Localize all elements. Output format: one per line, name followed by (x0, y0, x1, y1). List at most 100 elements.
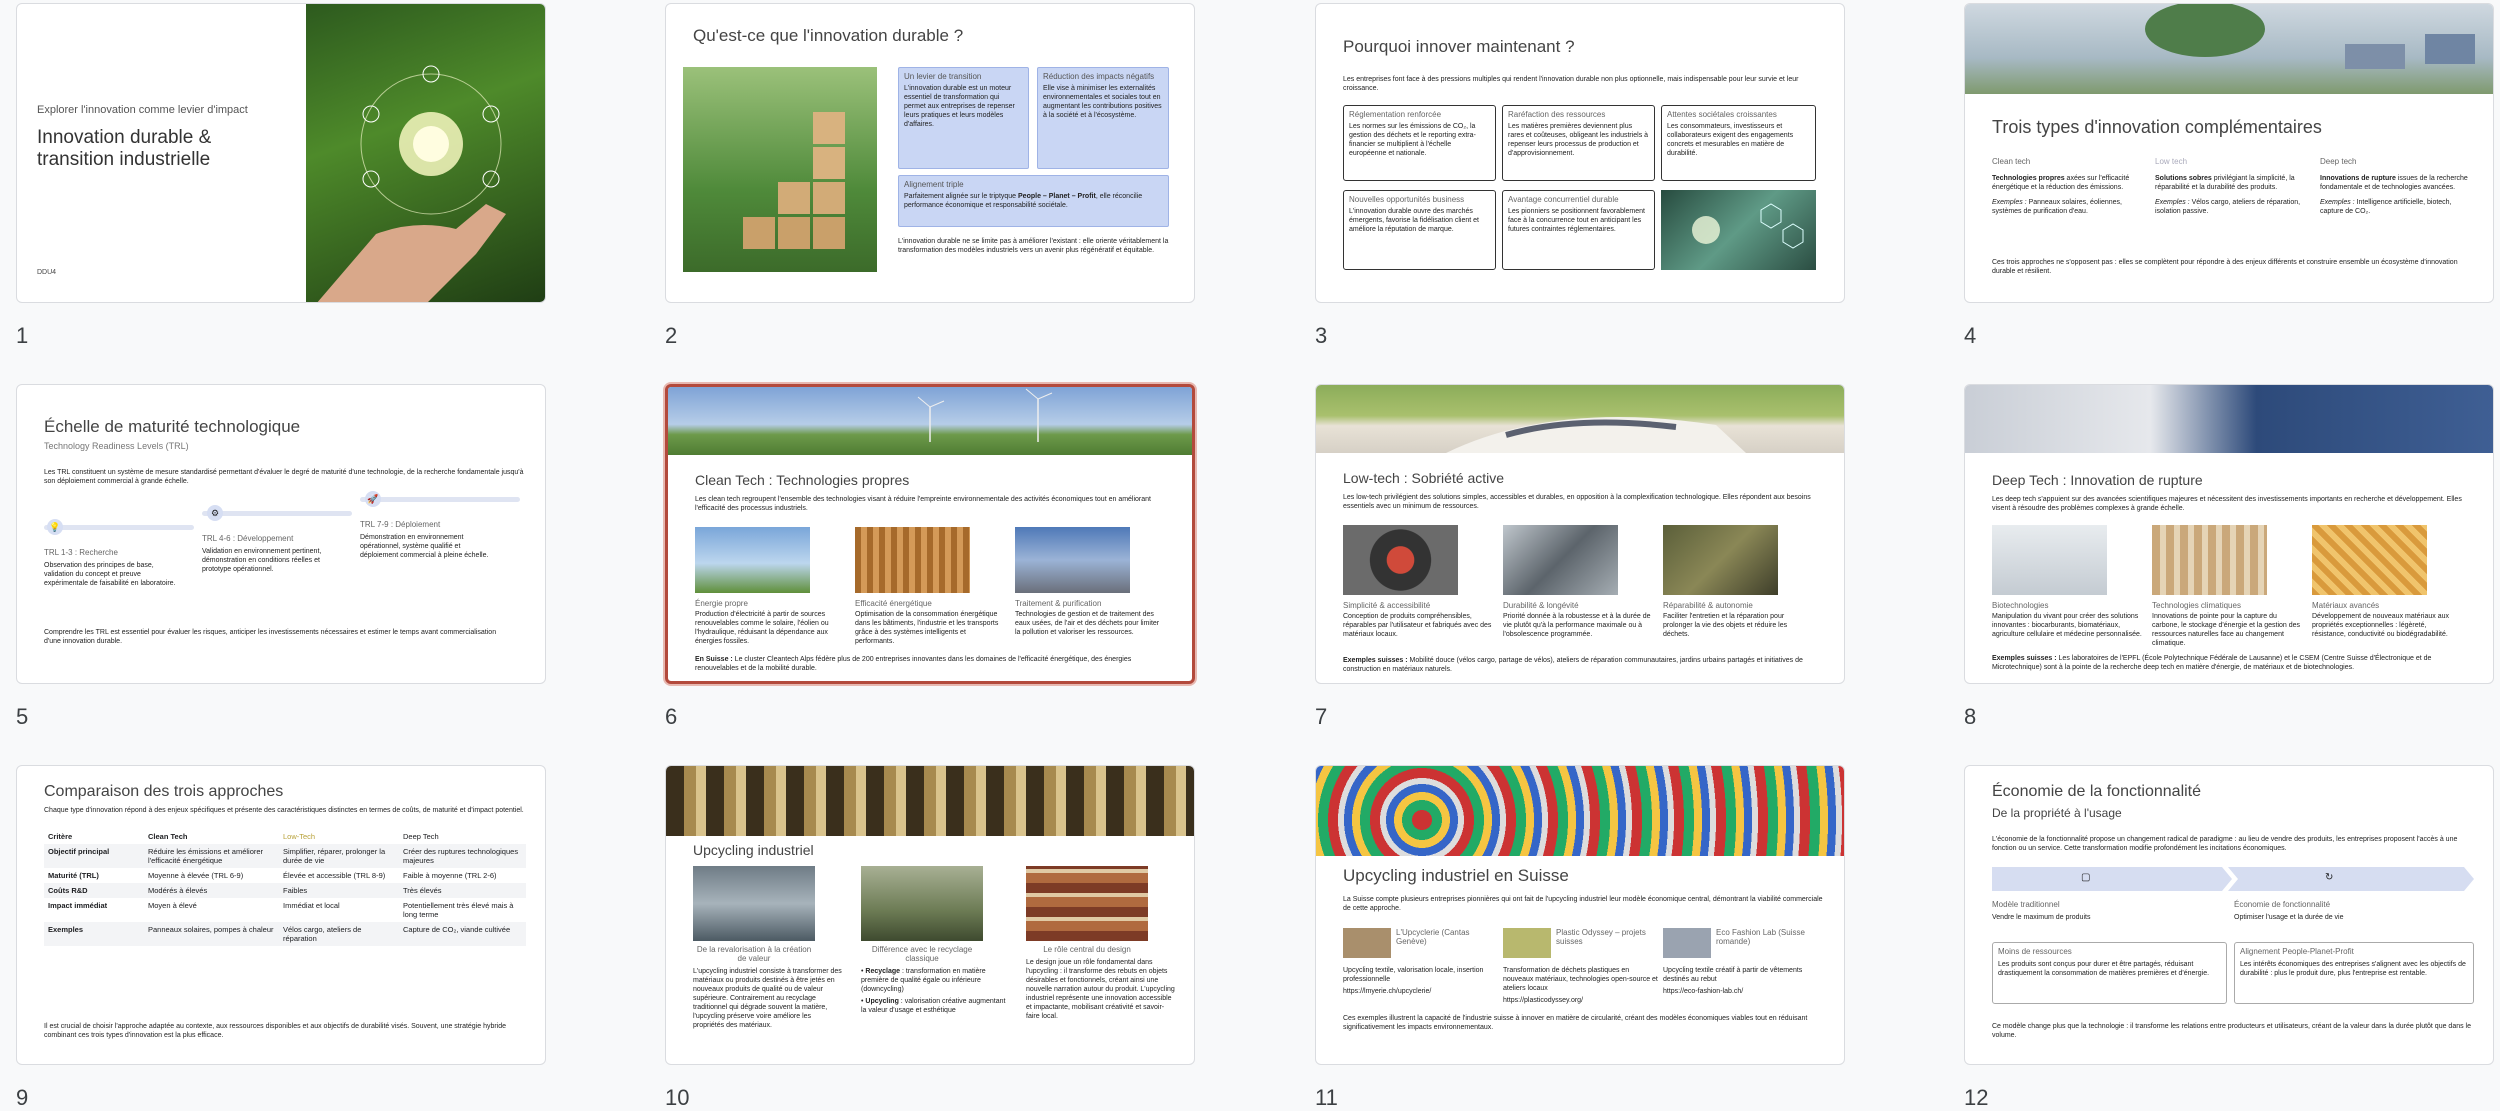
table-row: Objectif principal Réduire les émissions … (44, 844, 526, 868)
slide-body: Ce modèle change plus que la technologie… (1992, 1023, 2472, 1039)
slide-footnote: En Suisse : Le cluster Cleantech Alps fé… (695, 656, 1132, 672)
slide-thumbnail-4[interactable]: Trois types d'innovation complémentaires… (1964, 3, 2494, 303)
slide-title: Comparaison des trois approches (44, 783, 284, 800)
info-box-transition: Un levier de transition L'innovation dur… (898, 67, 1029, 169)
wind-turbines-image (668, 387, 1192, 455)
table-row: Exemples Panneaux solaires, pompes à chal… (44, 922, 526, 946)
col-deep-tech: Deep tech Innovations de rupture issues … (2320, 157, 2468, 215)
card-opportunities: Nouvelles opportunités business L'innovat… (1343, 190, 1496, 270)
model-functional: Économie de fonctionnalité Optimiser l'us… (2234, 900, 2344, 921)
slide-intro: Les TRL constituent un système de mesure… (44, 469, 524, 485)
info-box-impacts: Réduction des impacts négatifs Elle vise… (1037, 67, 1169, 169)
industrial-hall-image (666, 766, 1194, 836)
slide-intro: Les deep tech s'appuient sur des avancée… (1992, 496, 2462, 512)
col-design: Le rôle central du design Le design joue… (1026, 866, 1176, 1021)
slide-number: 5 (16, 704, 29, 729)
trl-bar-3 (360, 497, 520, 502)
col-treatment: Traitement & purification Technologies d… (1015, 527, 1165, 637)
slide-title: Trois types d'innovation complémentaires (1992, 117, 2322, 137)
link-plastic-odyssey[interactable]: https://plasticodyssey.org/ (1503, 996, 1658, 1005)
rocket-icon: 🚀 (365, 491, 381, 507)
paint-cans-image (1316, 766, 1844, 856)
slide-title: Deep Tech : Innovation de rupture (1992, 472, 2203, 488)
trl-bar-1 (44, 525, 194, 530)
slide-subtitle: Explorer l'innovation comme levier d'imp… (37, 104, 248, 116)
card-regulation: Réglementation renforcée Les normes sur l… (1343, 105, 1496, 181)
slide-title: Low-tech : Sobriété active (1343, 470, 1505, 486)
col-revalorisation: De la revalorisation à la création de va… (693, 866, 843, 1030)
lightbulb-icon: 💡 (47, 519, 63, 535)
slide-cell-7: Low-tech : Sobriété active Les low-tech … (1315, 384, 1845, 729)
box-text: Elle vise à minimiser les externalités e… (1043, 85, 1162, 119)
slide-body: L'innovation durable ne se limite pas à … (898, 238, 1169, 254)
slide-footnote: Exemples suisses : Mobilité douce (vélos… (1343, 657, 1803, 673)
slide-body: Comprendre les TRL est essentiel pour év… (44, 629, 497, 645)
slide-cell-11: Upcycling industriel en Suisse La Suisse… (1315, 765, 1845, 1110)
link-upcyclerie[interactable]: https://lmyerie.ch/upcyclerie/ (1343, 987, 1498, 996)
box-title: Un levier de transition (904, 72, 982, 81)
slide-title: Clean Tech : Technologies propres (695, 472, 910, 488)
slide-cell-1: Explorer l'innovation comme levier d'imp… (16, 3, 546, 348)
col-climate-tech: Technologies climatiques Innovations de … (2152, 525, 2302, 648)
box-text: L'innovation durable est un moteur essen… (904, 85, 1015, 128)
slide-body: Il est crucial de choisir l'approche ada… (44, 1023, 507, 1039)
comparison-table: Critère Clean Tech Low-Tech Deep Tech Ob… (44, 829, 526, 946)
trl-step-development: TRL 4-6 : Développement Validation en env… (202, 534, 322, 573)
box-icon: ▢ (2081, 872, 2091, 883)
box-text: Parfaitement alignée sur le triptyque Pe… (904, 193, 1143, 209)
col-difference: Différence avec le recyclage classique •… (861, 866, 1011, 1015)
slide-thumbnail-9[interactable]: Comparaison des trois approches Chaque t… (16, 765, 546, 1065)
refresh-icon: ↻ (2325, 872, 2334, 883)
card-societal: Attentes sociétales croissantes Les conso… (1661, 105, 1816, 181)
slide-number: 4 (1964, 323, 1977, 348)
slide-thumbnail-5[interactable]: Échelle de maturité technologique Techno… (16, 384, 546, 684)
slide-thumbnail-2[interactable]: Qu'est-ce que l'innovation durable ? Un … (665, 3, 1195, 303)
slide-thumbnail-12[interactable]: Économie de la fonctionnalité De la prop… (1964, 765, 2494, 1065)
gear-icon: ⚙ (207, 505, 223, 521)
box-title: Réduction des impacts négatifs (1043, 72, 1155, 81)
slide-cell-9: Comparaison des trois approches Chaque t… (16, 765, 546, 1110)
col-simplicity: Simplicité & accessibilité Conception de… (1343, 525, 1493, 639)
card-advantage: Avantage concurrentiel durable Les pionni… (1502, 190, 1655, 270)
slide-intro: Chaque type d'innovation répond à des en… (44, 807, 524, 814)
slide-cell-5: Échelle de maturité technologique Techno… (16, 384, 546, 729)
green-city-image (1965, 4, 2493, 94)
slide-thumbnail-11[interactable]: Upcycling industriel en Suisse La Suisse… (1315, 765, 1845, 1065)
trl-bar-2 (202, 511, 352, 516)
slide-number: 8 (1964, 704, 1977, 729)
link-eco-fashion-lab[interactable]: https://eco-fashion-lab.ch/ (1663, 987, 1818, 996)
slide-cell-10: Upcycling industriel De la revalorisatio… (665, 765, 1195, 1110)
col-durability: Durabilité & longévité Priorité donnée à… (1503, 525, 1653, 639)
col-clean-tech: Clean tech Technologies propres axées su… (1992, 157, 2130, 215)
slide-thumbnail-6[interactable]: Clean Tech : Technologies propres Les cl… (665, 384, 1195, 684)
slide-body: Ces exemples illustrent la capacité de l… (1343, 1015, 1808, 1031)
info-box-alignment: Alignement triple Parfaitement alignée s… (898, 175, 1169, 227)
table-row: Impact immédiat Moyen à élevé Immédiat et … (48, 901, 514, 919)
slide-footer: DDU4 (37, 269, 57, 276)
slide-number: 6 (665, 704, 678, 729)
slide-thumbnail-8[interactable]: Deep Tech : Innovation de rupture Les de… (1964, 384, 2494, 684)
case-plastic-odyssey: Plastic Odyssey – projets suisses Transf… (1503, 928, 1658, 1005)
slide-sorter-grid: Explorer l'innovation comme levier d'imp… (0, 0, 2500, 1110)
col-clean-energy: Énergie propre Production d'électricité … (695, 527, 845, 646)
slide-title: Upcycling industriel (693, 842, 814, 858)
slide-intro: Les entreprises font face à des pression… (1343, 76, 1799, 92)
col-advanced-materials: Matériaux avancés Développement de nouve… (2312, 525, 2462, 639)
wooden-cubes-image (683, 67, 877, 272)
slide-thumbnail-7[interactable]: Low-tech : Sobriété active Les low-tech … (1315, 384, 1845, 684)
table-header-row: Critère Clean Tech Low-Tech Deep Tech (48, 832, 439, 841)
slide-title: Échelle de maturité technologique (44, 417, 301, 436)
slide-number: 2 (665, 323, 678, 348)
slide-thumbnail-10[interactable]: Upcycling industriel De la revalorisatio… (665, 765, 1195, 1065)
slide-thumbnail-1[interactable]: Explorer l'innovation comme levier d'imp… (16, 3, 546, 303)
slide-subtitle: Technology Readiness Levels (TRL) (44, 441, 189, 451)
benefit-alignment: Alignement People-Planet-Profit Les intér… (2234, 942, 2474, 1004)
slide-intro: La Suisse compte plusieurs entreprises p… (1343, 896, 1823, 912)
case-upcyclerie: L'Upcyclerie (Cantas Genève) Upcycling t… (1343, 928, 1498, 996)
slide-thumbnail-3[interactable]: Pourquoi innover maintenant ? Les entrep… (1315, 3, 1845, 303)
slide-cell-8: Deep Tech : Innovation de rupture Les de… (1964, 384, 2494, 729)
col-efficiency: Efficacité énergétique Optimisation de l… (855, 527, 1005, 646)
slide-number: 7 (1315, 704, 1328, 729)
slide-number: 1 (16, 323, 29, 348)
case-eco-fashion-lab: Eco Fashion Lab (Suisse romande) Upcycli… (1663, 928, 1818, 996)
